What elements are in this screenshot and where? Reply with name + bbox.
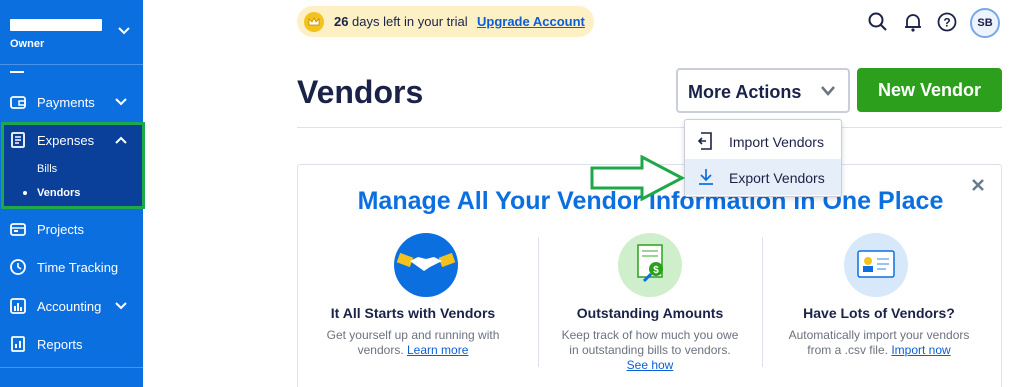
sidebar-item-time-tracking[interactable]: Time Tracking bbox=[0, 251, 143, 283]
chevron-down-icon bbox=[118, 27, 130, 35]
feature-title: Have Lots of Vendors? bbox=[803, 305, 955, 321]
search-icon[interactable] bbox=[867, 11, 889, 33]
report-icon bbox=[11, 336, 25, 352]
feature-desc-line: in outstanding bills to vendors. bbox=[569, 343, 731, 357]
trial-days-count: 26 bbox=[334, 14, 349, 29]
feature-desc-line: Keep track of how much you owe bbox=[561, 328, 739, 342]
chevron-up-icon bbox=[115, 136, 127, 144]
sidebar-item-accounting[interactable]: Accounting bbox=[0, 290, 143, 322]
import-now-link[interactable]: Import now bbox=[891, 343, 950, 357]
sidebar: Owner Payments Expenses Bills Vendors Pr… bbox=[0, 0, 145, 387]
sidebar-item-partial bbox=[10, 71, 24, 73]
sidebar-item-label: Accounting bbox=[37, 298, 102, 314]
clock-icon bbox=[10, 259, 26, 275]
see-how-link[interactable]: See how bbox=[627, 358, 674, 372]
invoice-magnifier-icon: $ bbox=[618, 233, 682, 297]
trial-text: days left in your trial bbox=[352, 14, 468, 29]
more-actions-button[interactable]: More Actions bbox=[676, 68, 850, 113]
svg-text:$: $ bbox=[653, 265, 659, 276]
folder-icon bbox=[10, 223, 26, 236]
sidebar-item-label: Reports bbox=[37, 336, 83, 352]
learn-more-link[interactable]: Learn more bbox=[407, 343, 468, 357]
chevron-down-icon bbox=[115, 302, 127, 310]
header-divider bbox=[297, 127, 1002, 128]
menu-item-import-vendors[interactable]: Import Vendors bbox=[685, 123, 841, 159]
sidebar-divider bbox=[0, 64, 143, 65]
chevron-down-icon bbox=[821, 86, 835, 96]
page-title: Vendors bbox=[297, 74, 424, 110]
import-icon bbox=[697, 132, 712, 150]
svg-text:?: ? bbox=[943, 16, 950, 30]
active-dot bbox=[23, 191, 27, 195]
bell-icon[interactable] bbox=[902, 11, 924, 33]
menu-item-label: Import Vendors bbox=[729, 134, 824, 150]
receipt-icon bbox=[11, 132, 25, 148]
feature-desc-line: vendors. bbox=[357, 343, 404, 357]
feature-desc-line: from a .csv file. bbox=[807, 343, 888, 357]
crown-icon bbox=[304, 12, 324, 32]
feature-desc-line: Automatically import your vendors bbox=[788, 328, 970, 342]
user-avatar[interactable]: SB bbox=[970, 8, 1000, 38]
menu-item-label: Export Vendors bbox=[729, 170, 825, 186]
account-switcher[interactable]: Owner bbox=[10, 14, 135, 54]
sidebar-item-payments[interactable]: Payments bbox=[0, 86, 143, 118]
chevron-down-icon bbox=[115, 98, 127, 106]
sidebar-item-expenses[interactable]: Expenses bbox=[0, 124, 143, 156]
account-name-redacted bbox=[10, 19, 102, 31]
new-vendor-button[interactable]: New Vendor bbox=[857, 68, 1002, 112]
more-actions-label: More Actions bbox=[688, 82, 802, 102]
handshake-icon bbox=[394, 233, 458, 297]
feature-description: Get yourself up and running with vendors… bbox=[298, 328, 528, 358]
sidebar-item-label: Projects bbox=[37, 221, 84, 237]
upgrade-account-link[interactable]: Upgrade Account bbox=[477, 14, 585, 29]
trial-banner: 26 days left in your trial Upgrade Accou… bbox=[297, 6, 594, 37]
download-icon bbox=[699, 169, 713, 185]
annotation-arrow-icon bbox=[590, 155, 686, 201]
menu-item-export-vendors[interactable]: Export Vendors bbox=[685, 159, 841, 195]
sidebar-item-label: Expenses bbox=[37, 132, 95, 148]
account-role: Owner bbox=[10, 38, 45, 50]
more-actions-menu: Import Vendors Export Vendors bbox=[684, 119, 842, 197]
feature-description: Keep track of how much you owe in outsta… bbox=[535, 328, 765, 373]
sidebar-item-projects[interactable]: Projects bbox=[0, 213, 143, 245]
feature-title: It All Starts with Vendors bbox=[330, 305, 496, 321]
bar-chart-icon bbox=[10, 298, 26, 314]
feature-title: Outstanding Amounts bbox=[576, 305, 724, 321]
contact-card-icon bbox=[844, 233, 908, 297]
feature-desc-line: Get yourself up and running with bbox=[326, 328, 500, 342]
feature-description: Automatically import your vendors from a… bbox=[764, 328, 994, 358]
sidebar-divider bbox=[0, 367, 143, 368]
sidebar-item-reports[interactable]: Reports bbox=[0, 328, 143, 360]
wallet-icon bbox=[10, 96, 26, 109]
help-icon[interactable]: ? bbox=[936, 11, 958, 33]
sidebar-subitem-vendors[interactable]: Vendors bbox=[37, 187, 80, 199]
sidebar-item-label: Time Tracking bbox=[37, 259, 119, 275]
sidebar-subitem-bills[interactable]: Bills bbox=[37, 163, 57, 175]
sidebar-item-label: Payments bbox=[37, 94, 95, 110]
